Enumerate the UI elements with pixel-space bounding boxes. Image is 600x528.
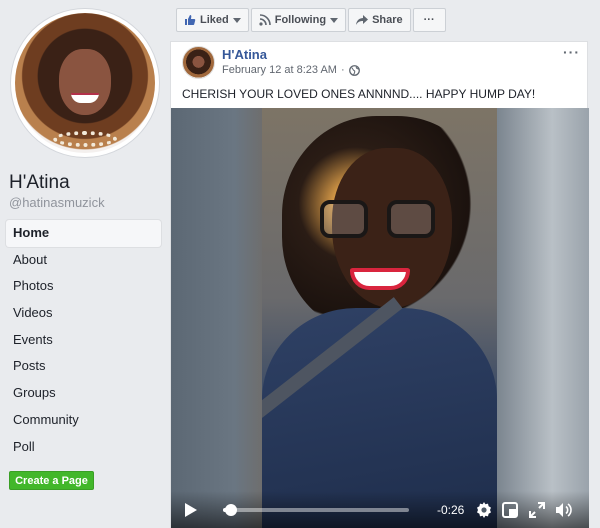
nav-item-videos[interactable]: Videos	[6, 300, 161, 327]
profile-picture[interactable]	[11, 9, 159, 157]
following-label: Following	[274, 14, 327, 26]
fullscreen-icon[interactable]	[529, 502, 545, 518]
meta-separator: ·	[340, 64, 345, 76]
page-action-bar: Liked Following Share ···	[176, 8, 446, 32]
video-frame	[262, 108, 497, 528]
caret-down-icon	[232, 17, 241, 23]
liked-button[interactable]: Liked	[176, 8, 249, 32]
share-label: Share	[372, 14, 403, 26]
post-author-avatar[interactable]	[182, 46, 215, 79]
gear-icon[interactable]	[476, 502, 492, 518]
post-author-name[interactable]: H'Atina	[222, 47, 267, 62]
nav-item-photos[interactable]: Photos	[6, 273, 161, 300]
pip-icon[interactable]	[502, 502, 518, 518]
nav-item-about[interactable]: About	[6, 247, 161, 274]
video-scrubber[interactable]	[223, 504, 409, 516]
share-button[interactable]: Share	[348, 8, 411, 32]
create-page-button[interactable]: Create a Page	[9, 471, 94, 490]
left-sidebar: H'Atina @hatinasmuzick Home About Photos…	[0, 0, 170, 528]
nav-item-home[interactable]: Home	[6, 220, 161, 247]
volume-icon[interactable]	[555, 502, 573, 518]
rss-icon	[259, 14, 271, 26]
more-label: ···	[423, 14, 435, 26]
play-icon[interactable]	[185, 503, 197, 517]
page-handle[interactable]: @hatinasmuzick	[9, 195, 105, 210]
thumbs-up-icon	[185, 15, 196, 25]
nav-item-poll[interactable]: Poll	[6, 434, 161, 461]
page-nav: Home About Photos Videos Events Posts Gr…	[6, 220, 161, 460]
liked-label: Liked	[200, 14, 229, 26]
post-meta: February 12 at 8:23 AM ·	[222, 64, 360, 76]
globe-icon	[348, 64, 360, 76]
nav-item-posts[interactable]: Posts	[6, 353, 161, 380]
time-remaining: -0:26	[437, 503, 465, 517]
post-message: CHERISH YOUR LOVED ONES ANNNND.... HAPPY…	[182, 87, 536, 101]
page-name[interactable]: H'Atina	[9, 172, 70, 194]
nav-item-groups[interactable]: Groups	[6, 380, 161, 407]
following-button[interactable]: Following	[250, 8, 347, 32]
video-controls: -0:26	[171, 491, 589, 528]
share-arrow-icon	[356, 14, 369, 25]
post-timestamp[interactable]: February 12 at 8:23 AM	[222, 64, 337, 76]
nav-item-community[interactable]: Community	[6, 407, 161, 434]
caret-down-icon	[330, 17, 339, 23]
scrubber-handle[interactable]	[224, 504, 237, 516]
post-options-button[interactable]: ···	[563, 44, 580, 60]
video-player[interactable]: -0:26	[171, 108, 589, 528]
more-actions-button[interactable]: ···	[412, 8, 446, 32]
post-card: H'Atina February 12 at 8:23 AM · ··· CHE…	[170, 41, 589, 528]
nav-item-events[interactable]: Events	[6, 327, 161, 354]
